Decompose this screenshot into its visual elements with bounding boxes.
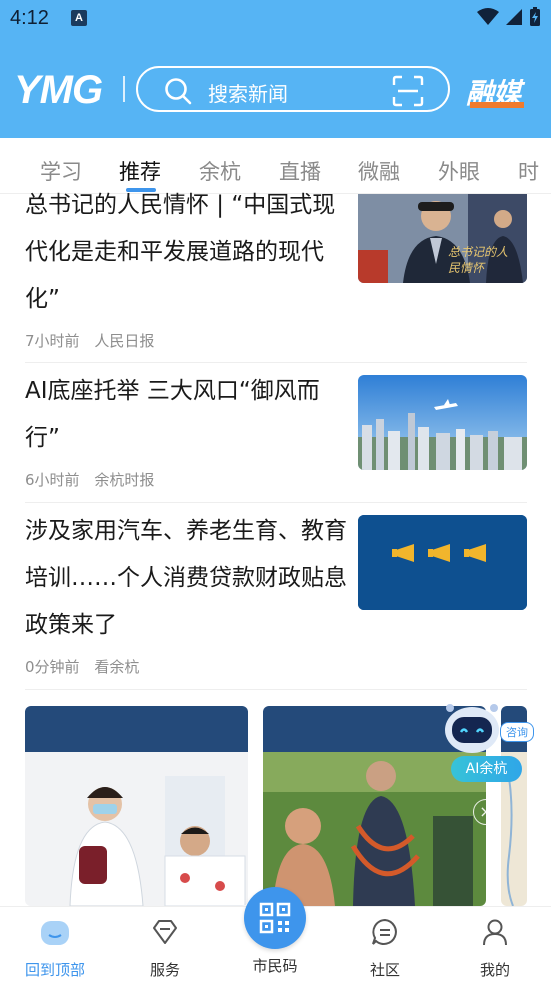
ymg-logo[interactable]: YMG (14, 68, 103, 113)
tab-waiyan[interactable]: 外眼 (438, 156, 480, 186)
citizen-code-button[interactable] (244, 887, 306, 949)
news-thumbnail[interactable]: 总书记的人民情怀 (358, 194, 527, 283)
chat-bubble-icon (372, 918, 397, 945)
qr-code-icon (259, 902, 291, 934)
tab-weirong[interactable]: 微融 (358, 156, 400, 186)
signal-icon (506, 9, 522, 25)
search-box[interactable]: 搜索新闻 (136, 66, 450, 112)
news-time: 6小时前 (25, 471, 80, 489)
video-card[interactable] (25, 706, 248, 906)
news-meta: 0分钟前 看余杭 (25, 656, 149, 677)
ai-yuhang-button[interactable]: AI余杭 (451, 756, 522, 782)
nav-community[interactable]: 社区 (340, 907, 430, 981)
scan-icon[interactable] (392, 75, 424, 107)
city-skyline-photo (358, 375, 527, 470)
news-time: 7小时前 (25, 332, 80, 350)
nav-mine[interactable]: 我的 (450, 907, 540, 981)
back-to-top-icon (41, 921, 69, 945)
news-source: 人民日报 (94, 332, 155, 350)
hospital-photo (25, 706, 248, 906)
nav-label: 社区 (369, 961, 400, 979)
news-source: 看余杭 (94, 658, 140, 676)
person-icon (483, 919, 507, 946)
robot-icon (445, 704, 499, 753)
megaphone-graphic (358, 515, 527, 610)
thumb-caption: 总书记的人民情怀 (448, 245, 509, 275)
wifi-icon (477, 8, 499, 25)
news-thumbnail[interactable] (358, 375, 527, 470)
consult-tag[interactable]: 咨询 (500, 722, 534, 742)
citizen-code-label: 市民码 (252, 957, 298, 975)
nav-label: 回到顶部 (24, 961, 85, 979)
news-meta: 7小时前 人民日报 (25, 330, 164, 351)
notification-app-icon: A (71, 10, 87, 26)
news-source: 余杭时报 (94, 471, 155, 489)
status-time: 4:12 (10, 7, 49, 29)
search-placeholder: 搜索新闻 (208, 82, 288, 106)
nav-back-to-top[interactable]: 回到顶部 (10, 907, 100, 981)
search-icon (165, 78, 192, 105)
news-item[interactable]: AI底座托举 三大风口“御风而行” 6小时前 余杭时报 (25, 364, 527, 503)
nav-service[interactable]: 服务 (120, 907, 210, 981)
close-icon[interactable]: × (473, 799, 499, 825)
news-meta: 6小时前 余杭时报 (25, 469, 164, 490)
news-title[interactable]: AI底座托举 三大风口“御风而行” (25, 368, 347, 462)
status-bar: 4:12 A (0, 0, 551, 38)
nav-label: 我的 (479, 961, 510, 979)
diamond-icon (153, 920, 177, 944)
top-bar: YMG 搜索新闻 融媒 (0, 66, 551, 112)
nav-label: 服务 (149, 961, 180, 979)
header: 4:12 A YMG 搜索新闻 融媒 (0, 0, 551, 138)
news-item[interactable]: 总书记的人民情怀 | “中国式现代化是走和平发展道路的现代化” 7小时前 人民日… (25, 192, 527, 363)
rongmei-underline (470, 102, 524, 108)
news-time: 0分钟前 (25, 658, 80, 676)
battery-icon (530, 7, 540, 26)
logo-divider (123, 76, 125, 102)
news-item[interactable]: 涉及家用汽车、养老生育、教育培训……个人消费贷款财政贴息政策来了 0分钟前 看余… (25, 504, 527, 690)
news-title[interactable]: 总书记的人民情怀 | “中国式现代化是走和平发展道路的现代化” (25, 182, 347, 323)
app-screen: 4:12 A YMG 搜索新闻 融媒 学习 推荐 余杭 直播 微融 外眼 时 总… (0, 0, 551, 981)
news-thumbnail[interactable] (358, 515, 527, 610)
status-icons (477, 7, 541, 27)
news-title[interactable]: 涉及家用汽车、养老生育、教育培训……个人消费贷款财政贴息政策来了 (25, 508, 347, 649)
tab-partial[interactable]: 时 (518, 156, 539, 186)
